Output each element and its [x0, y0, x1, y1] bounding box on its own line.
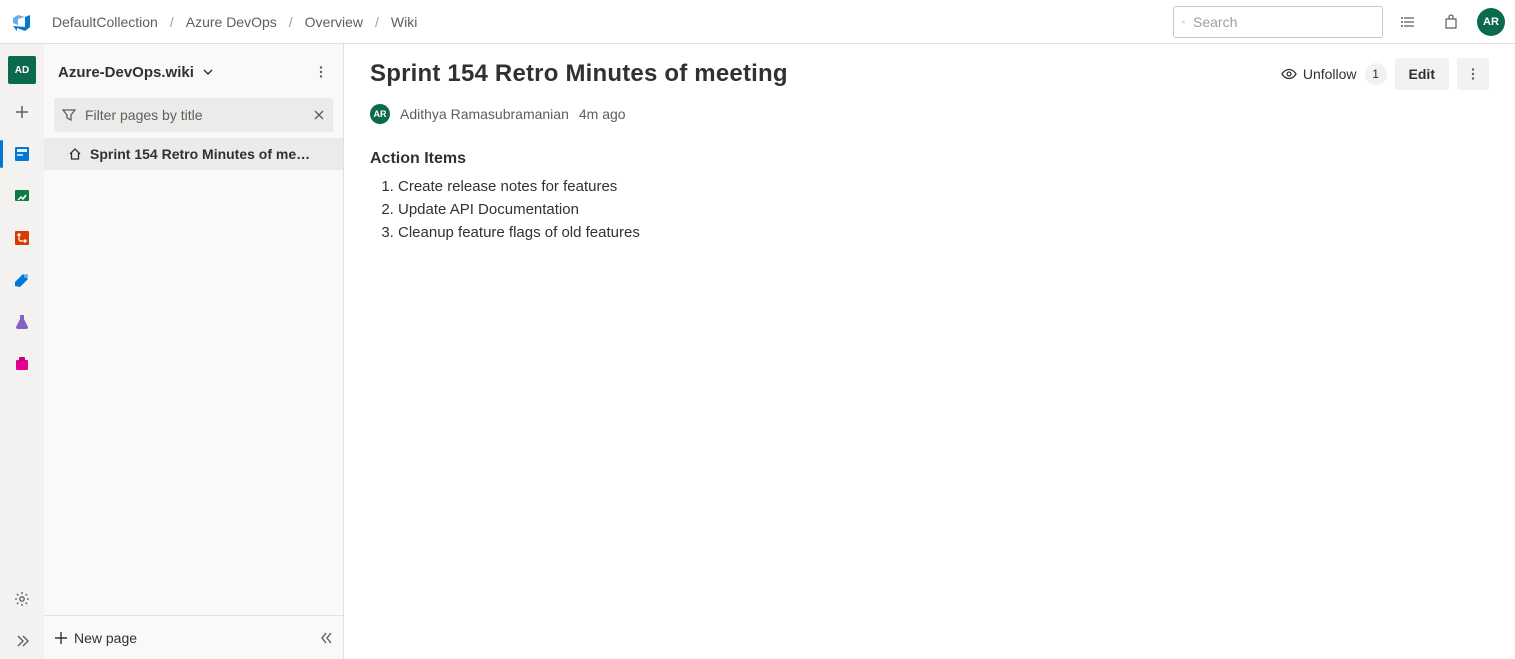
section-heading: Action Items [370, 150, 1489, 168]
rail-test-plans[interactable] [4, 304, 40, 340]
rail-artifacts[interactable] [4, 346, 40, 382]
home-icon [68, 147, 82, 161]
rail-project[interactable]: AD [4, 52, 40, 88]
rail-boards[interactable] [4, 178, 40, 214]
collapse-tree-button[interactable] [319, 631, 333, 645]
list-item: Cleanup feature flags of old features [398, 224, 1489, 241]
artifacts-icon [13, 355, 31, 373]
wiki-tree-panel: Azure-DevOps.wiki Sprint 154 Retro Minut… [44, 44, 344, 659]
unfollow-button[interactable]: Unfollow [1281, 66, 1357, 82]
rail-expand[interactable] [4, 623, 40, 659]
breadcrumb: DefaultCollection / Azure DevOps / Overv… [52, 14, 417, 30]
list-item: Create release notes for features [398, 178, 1489, 195]
plus-icon [54, 631, 68, 645]
shell: AD Azure-DevOps. [0, 44, 1515, 659]
list-icon [1401, 14, 1417, 30]
new-page-button[interactable]: New page [54, 630, 137, 646]
breadcrumb-item[interactable]: Wiki [391, 14, 417, 30]
work-items-icon-button[interactable] [1393, 6, 1425, 38]
rail-repos[interactable] [4, 220, 40, 256]
tree-footer: New page [44, 615, 343, 659]
more-vertical-icon [1466, 67, 1480, 81]
page-more-button[interactable] [1457, 58, 1489, 90]
plus-icon [14, 104, 30, 120]
breadcrumb-separator: / [170, 14, 174, 30]
wiki-picker[interactable]: Azure-DevOps.wiki [44, 44, 343, 94]
user-avatar[interactable]: AR [1477, 8, 1505, 36]
chevron-down-icon [202, 66, 214, 78]
action-items-list: Create release notes for features Update… [370, 178, 1489, 241]
topbar-right: AR [1173, 6, 1505, 38]
project-badge: AD [8, 56, 36, 84]
page-meta: AR Adithya Ramasubramanian 4m ago [370, 104, 1489, 124]
page-content: Sprint 154 Retro Minutes of meeting Unfo… [344, 44, 1515, 659]
page-tree: Sprint 154 Retro Minutes of me… [44, 138, 343, 615]
author-avatar: AR [370, 104, 390, 124]
search-box[interactable] [1173, 6, 1383, 38]
tree-row-label: Sprint 154 Retro Minutes of me… [90, 146, 310, 162]
product-logo[interactable] [10, 10, 34, 34]
boards-icon [13, 187, 31, 205]
gear-icon [14, 591, 30, 607]
author-name: Adithya Ramasubramanian [400, 106, 569, 122]
bag-icon [1443, 14, 1459, 30]
overview-icon [13, 145, 31, 163]
wiki-more-button[interactable] [307, 58, 335, 86]
search-input[interactable] [1193, 14, 1374, 30]
search-icon [1182, 15, 1185, 29]
wiki-name: Azure-DevOps.wiki [58, 64, 194, 81]
follower-count: 1 [1365, 63, 1387, 85]
close-icon [313, 109, 325, 121]
list-item: Update API Documentation [398, 201, 1489, 218]
rail-settings[interactable] [4, 581, 40, 617]
nav-rail: AD [0, 44, 44, 659]
filter-input[interactable] [54, 98, 333, 132]
breadcrumb-item[interactable]: Overview [305, 14, 363, 30]
filter-icon [62, 108, 76, 122]
azure-devops-icon [12, 12, 32, 32]
flask-icon [13, 313, 31, 331]
eye-icon [1281, 66, 1297, 82]
page-timestamp: 4m ago [579, 106, 626, 122]
rail-new-item[interactable] [4, 94, 40, 130]
topbar: DefaultCollection / Azure DevOps / Overv… [0, 0, 1515, 44]
rail-pipelines[interactable] [4, 262, 40, 298]
shopping-bag-button[interactable] [1435, 6, 1467, 38]
tree-row[interactable]: Sprint 154 Retro Minutes of me… [44, 138, 343, 170]
double-chevron-left-icon [319, 631, 333, 645]
breadcrumb-item[interactable]: Azure DevOps [186, 14, 277, 30]
page-header-actions: Unfollow 1 Edit [1281, 58, 1489, 90]
filter-pages [54, 98, 333, 132]
clear-filter-button[interactable] [313, 109, 325, 121]
breadcrumb-item[interactable]: DefaultCollection [52, 14, 158, 30]
repos-icon [13, 229, 31, 247]
page-header: Sprint 154 Retro Minutes of meeting Unfo… [370, 58, 1489, 90]
page-title: Sprint 154 Retro Minutes of meeting [370, 60, 788, 88]
double-chevron-right-icon [14, 633, 30, 649]
more-vertical-icon [314, 65, 328, 79]
rail-overview[interactable] [4, 136, 40, 172]
breadcrumb-separator: / [375, 14, 379, 30]
edit-button[interactable]: Edit [1395, 58, 1449, 90]
unfollow-label: Unfollow [1303, 66, 1357, 82]
breadcrumb-separator: / [289, 14, 293, 30]
new-page-label: New page [74, 630, 137, 646]
pipelines-icon [13, 271, 31, 289]
